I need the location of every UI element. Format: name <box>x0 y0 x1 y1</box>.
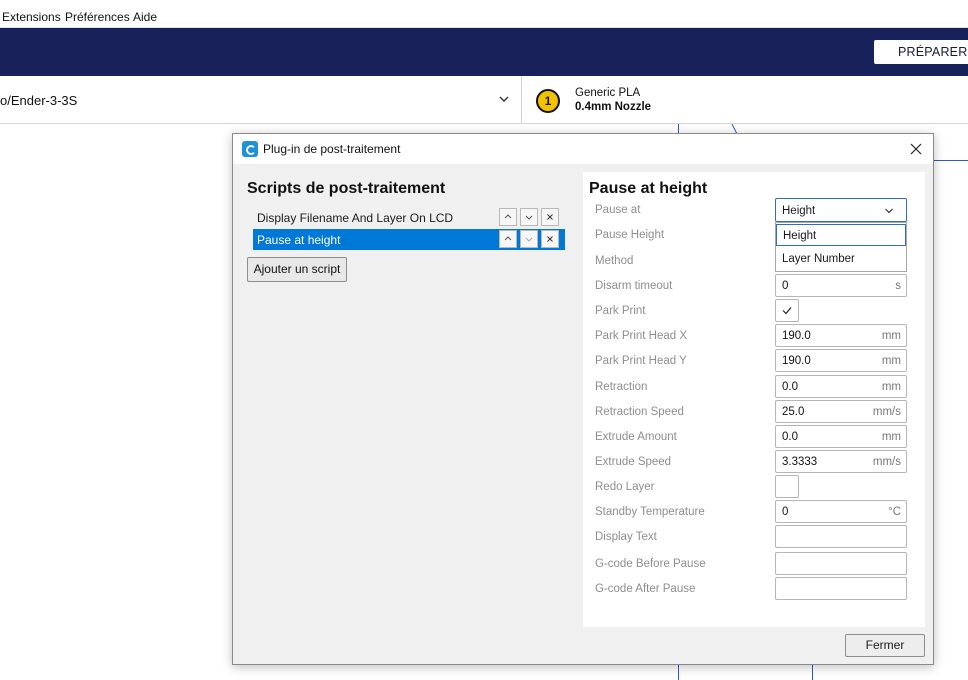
divider <box>521 76 522 124</box>
setting-label: G-code After Pause <box>595 583 696 595</box>
close-icon <box>547 214 553 220</box>
chevron-down-icon <box>525 215 533 220</box>
extrude-speed-field[interactable]: 3.3333 mm/s <box>775 450 907 473</box>
field-value: 3.3333 <box>782 456 818 468</box>
park-x-field[interactable]: 190.0 mm <box>775 324 907 347</box>
setting-label: Extrude Amount <box>595 431 677 443</box>
move-down-button[interactable] <box>520 230 538 248</box>
chevron-down-icon <box>885 208 893 214</box>
option-layer-number[interactable]: Layer Number <box>776 248 906 270</box>
setting-label: Park Print Head Y <box>595 355 687 367</box>
script-item[interactable]: Display Filename And Layer On LCD <box>253 207 565 228</box>
dialog-title: Plug-in de post-traitement <box>263 142 401 156</box>
stage-bar: PRÉPARER <box>0 28 968 76</box>
close-button[interactable]: Fermer <box>845 634 925 657</box>
dropdown-value: Height <box>782 205 816 217</box>
extrude-amount-field[interactable]: 0.0 mm <box>775 425 907 448</box>
setting-label: Retraction Speed <box>595 406 684 418</box>
pause-at-options: Height Layer Number <box>775 222 907 272</box>
retraction-speed-field[interactable]: 25.0 mm/s <box>775 400 907 423</box>
disarm-timeout-field[interactable]: 0 s <box>775 274 907 297</box>
field-unit: mm <box>881 381 901 393</box>
chevron-down-icon <box>525 237 533 242</box>
setting-label: Redo Layer <box>595 481 655 493</box>
move-up-button[interactable] <box>499 230 517 248</box>
setting-label: Method <box>595 255 634 267</box>
redo-layer-checkbox[interactable] <box>775 475 799 498</box>
add-script-button[interactable]: Ajouter un script <box>247 257 347 282</box>
scripts-heading: Scripts de post-traitement <box>247 180 446 197</box>
build-volume-line <box>812 665 813 680</box>
chevron-down-icon[interactable] <box>498 93 510 105</box>
script-label: Display Filename And Layer On LCD <box>257 211 454 225</box>
chevron-up-icon <box>504 214 512 219</box>
prepare-stage-button[interactable]: PRÉPARER <box>874 40 968 64</box>
setting-label: Retraction <box>595 381 648 393</box>
close-icon[interactable] <box>907 140 925 158</box>
field-unit: °C <box>888 506 901 518</box>
menu-bar: Extensions Préférences Aide <box>0 0 968 28</box>
post-processing-dialog: Plug-in de post-traitement Scripts de po… <box>232 133 934 665</box>
display-text-field[interactable] <box>775 525 907 548</box>
setting-label: Park Print Head X <box>595 330 688 342</box>
move-down-button[interactable] <box>520 208 538 226</box>
gcode-after-pause-field[interactable] <box>775 577 907 600</box>
menu-extensions[interactable]: Extensions <box>2 10 61 24</box>
printer-bar: o/Ender-3-3S 1 Generic PLA 0.4mm Nozzle <box>0 76 968 124</box>
nozzle-name: 0.4mm Nozzle <box>575 101 652 113</box>
standby-temperature-field[interactable]: 0 °C <box>775 500 907 523</box>
dialog-titlebar: Plug-in de post-traitement <box>233 134 933 164</box>
field-value: 0.0 <box>782 431 798 443</box>
move-up-button[interactable] <box>499 208 517 226</box>
field-unit: mm <box>881 330 901 342</box>
cura-logo-icon <box>242 141 258 157</box>
field-unit: mm <box>881 431 901 443</box>
field-unit: mm/s <box>872 406 901 418</box>
field-value: 25.0 <box>782 406 805 418</box>
setting-label: Pause at <box>595 204 641 216</box>
field-unit: mm/s <box>872 456 901 468</box>
option-height[interactable]: Height <box>776 224 906 246</box>
chevron-up-icon <box>504 236 512 241</box>
remove-script-button[interactable] <box>541 208 559 226</box>
printer-selector[interactable]: o/Ender-3-3S <box>0 93 77 108</box>
close-icon <box>547 236 553 242</box>
field-unit: s <box>895 280 901 292</box>
field-value: 190.0 <box>782 355 811 367</box>
script-label: Pause at height <box>257 233 341 247</box>
setting-label: Disarm timeout <box>595 280 673 292</box>
park-print-checkbox[interactable] <box>775 299 799 322</box>
field-value: 0 <box>782 280 789 292</box>
setting-label: Display Text <box>595 531 657 543</box>
remove-script-button[interactable] <box>541 230 559 248</box>
setting-label: Park Print <box>595 305 646 317</box>
settings-heading: Pause at height <box>589 180 708 197</box>
check-icon <box>782 307 792 315</box>
menu-preferences[interactable]: Préférences <box>65 10 130 24</box>
setting-label: Extrude Speed <box>595 456 672 468</box>
field-unit: mm <box>881 355 901 367</box>
script-settings-panel: Pause at height Pause at Pause Height Me… <box>583 172 925 627</box>
park-y-field[interactable]: 190.0 mm <box>775 349 907 372</box>
material-name: Generic PLA <box>575 87 641 99</box>
extruder-badge[interactable]: 1 <box>536 89 560 113</box>
setting-label: Standby Temperature <box>595 506 705 518</box>
setting-label: Pause Height <box>595 229 665 241</box>
script-item-selected[interactable]: Pause at height <box>253 229 565 250</box>
retraction-field[interactable]: 0.0 mm <box>775 375 907 398</box>
menu-help[interactable]: Aide <box>133 10 157 24</box>
field-value: 190.0 <box>782 330 811 342</box>
build-volume-line <box>678 665 679 680</box>
field-value: 0.0 <box>782 381 798 393</box>
gcode-before-pause-field[interactable] <box>775 552 907 575</box>
pause-at-dropdown[interactable]: Height <box>775 198 907 222</box>
build-volume-line <box>934 160 968 161</box>
field-value: 0 <box>782 506 789 518</box>
setting-label: G-code Before Pause <box>595 558 706 570</box>
